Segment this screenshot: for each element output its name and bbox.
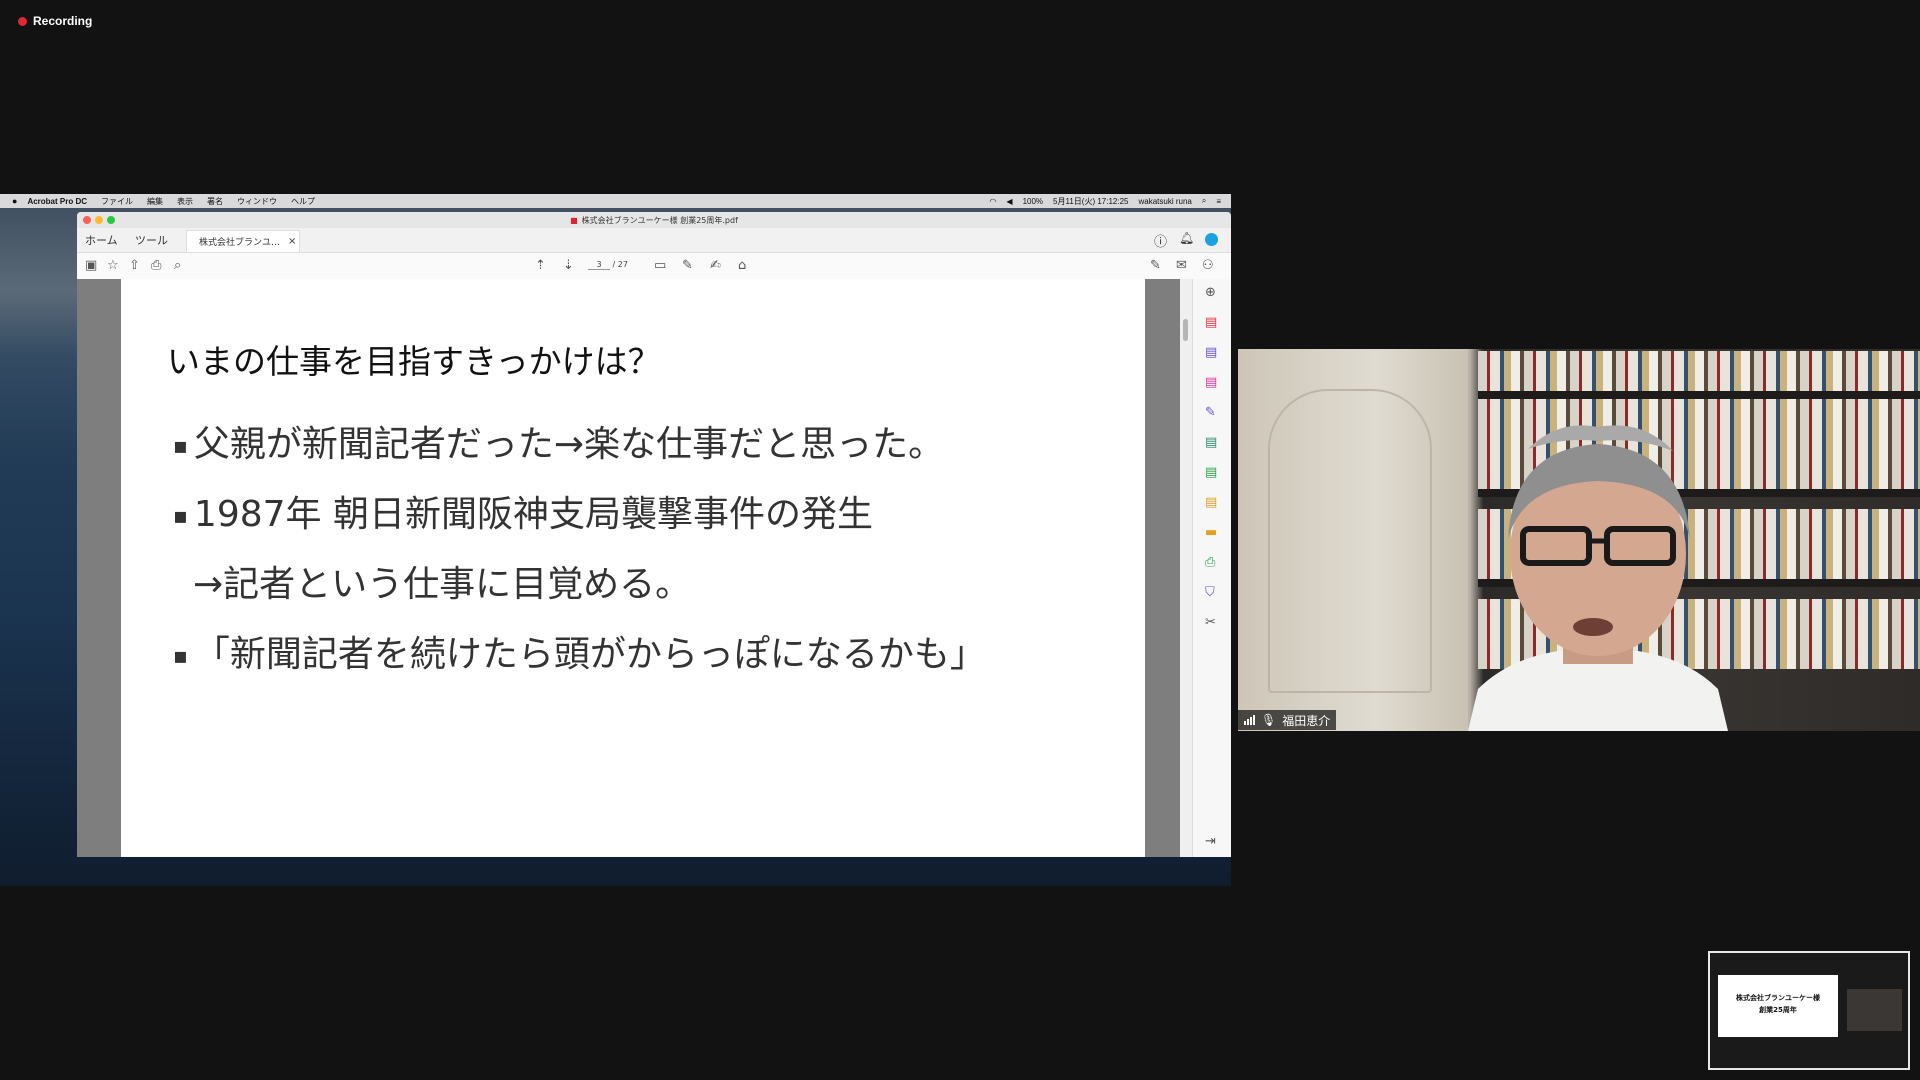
tools-panel: ⊕ ▤ ▤ ▤ ✎ ▤ ▤ ▤ ▬ ⎙ ⛉ ✂ ⇥ — [1192, 279, 1231, 857]
zoom-icon[interactable]: ⌕ — [174, 258, 181, 273]
bullet-text: 1987年 朝日新聞阪神支局襲撃事件の発生 — [193, 494, 873, 535]
wifi-icon[interactable]: ◠ — [989, 197, 996, 206]
window-title: 株式会社ブランユーケー様 創業25周年.pdf — [581, 215, 738, 225]
sign-icon[interactable]: ✍ — [710, 258, 721, 273]
more-tools-icon[interactable]: ✂ — [1205, 615, 1216, 630]
arrow-up-icon[interactable]: ⇡ — [535, 258, 546, 273]
mini-slide-subtitle: 創業25周年 — [1759, 1006, 1797, 1014]
slide-title: いまの仕事を目指すきっかけは？ — [167, 342, 661, 381]
mac-menubar: ● Acrobat Pro DC ファイル 編集 表示 署名 ウィンドウ ヘルプ… — [0, 194, 1231, 208]
recording-dot-icon — [18, 16, 27, 26]
bullet-icon: ▪ — [173, 643, 188, 669]
recording-label: Recording — [33, 14, 93, 28]
close-tab-icon[interactable]: × — [288, 236, 296, 247]
avatar[interactable] — [1205, 233, 1218, 246]
control-center-icon[interactable]: ≡ — [1216, 197, 1221, 206]
participant-name: 福田恵介 — [1282, 713, 1331, 728]
fill-sign-icon[interactable]: ✎ — [1205, 405, 1216, 420]
mini-slide: 株式会社ブランユーケー様 創業25周年 — [1718, 975, 1838, 1037]
protect-icon[interactable]: ⛉ — [1205, 585, 1215, 600]
comment-icon[interactable]: ▭ — [654, 258, 666, 273]
mini-slide-title: 株式会社ブランユーケー様 — [1736, 994, 1820, 1002]
mic-icon: 🎙︎ — [1261, 713, 1277, 727]
user-label[interactable]: wakatsuki runa — [1138, 197, 1191, 206]
spotlight-icon[interactable]: ⌕ — [1202, 196, 1206, 206]
scan-icon[interactable]: ⎙ — [1205, 555, 1215, 570]
slide-bullet: ▪ 父親が新聞記者だった→楽な仕事だと思った。 — [173, 415, 944, 467]
bullet-text: 父親が新聞記者だった→楽な仕事だと思った。 — [193, 424, 945, 465]
page-indicator: 3 / 27 — [588, 260, 628, 270]
request-sign-icon[interactable]: ▤ — [1205, 495, 1217, 510]
menu-app-name[interactable]: Acrobat Pro DC — [27, 197, 87, 206]
tab-tools[interactable]: ツール — [135, 232, 168, 248]
bullet-icon: ▪ — [173, 503, 188, 529]
menu-help[interactable]: ヘルプ — [291, 196, 315, 207]
pdf-page: いまの仕事を目指すきっかけは？ ▪ 父親が新聞記者だった→楽な仕事だと思った。 ▪… — [121, 279, 1145, 857]
battery-label[interactable]: 100% — [1023, 197, 1043, 206]
organize-pages-icon[interactable]: ▤ — [1205, 375, 1217, 390]
edit-pdf-icon[interactable]: ▤ — [1205, 435, 1217, 450]
menu-window[interactable]: ウィンドウ — [237, 196, 277, 207]
apple-icon[interactable]: ● — [12, 196, 17, 206]
slide-bullet-continuation: →記者という仕事に目覚める。 — [193, 555, 691, 607]
close-window-icon[interactable] — [83, 216, 91, 224]
export-pdf-icon[interactable]: ▤ — [1205, 345, 1217, 360]
tab-bar: ホーム ツール 株式会社ブランユ… × ⓘ 🔔︎ — [77, 228, 1231, 253]
print-icon[interactable]: ⎙ — [151, 258, 161, 273]
volume-icon[interactable]: ◀ — [1006, 197, 1012, 206]
page-total: / 27 — [612, 260, 628, 269]
combine-icon[interactable]: ▤ — [1205, 465, 1217, 480]
bullet-text: 「新聞記者を続けたら頭がからっぽになるかも」 — [193, 634, 986, 675]
pdf-icon: ■ — [570, 215, 578, 225]
recording-indicator: Recording — [18, 14, 92, 28]
upload-icon[interactable]: ⇧ — [129, 258, 140, 273]
share-user-icon[interactable]: ⚇ — [1202, 258, 1214, 273]
participant-video[interactable]: 🎙︎ 福田恵介 — [1238, 349, 1920, 731]
participant-name-chip: 🎙︎ 福田恵介 — [1238, 710, 1337, 730]
tab-home[interactable]: ホーム — [85, 232, 118, 248]
scrollbar-thumb[interactable] — [1183, 319, 1188, 341]
participant-person — [1468, 425, 1728, 731]
acrobat-window: ■ 株式会社ブランユーケー様 創業25周年.pdf ホーム ツール 株式会社ブラ… — [77, 212, 1231, 857]
minimize-window-icon[interactable] — [95, 216, 103, 224]
pen-icon[interactable]: ✎ — [682, 258, 693, 273]
zoom-in-icon[interactable]: ⊕ — [1205, 285, 1216, 300]
menu-edit[interactable]: 編集 — [147, 196, 163, 207]
help-icon[interactable]: ⓘ — [1154, 231, 1167, 250]
bullet-icon: ▪ — [173, 433, 188, 459]
menu-sign[interactable]: 署名 — [207, 196, 223, 207]
mini-video — [1847, 989, 1902, 1031]
arrow-down-icon[interactable]: ⇣ — [563, 258, 574, 273]
collapse-panel-icon[interactable]: ⇥ — [1205, 834, 1216, 849]
save-icon[interactable]: ▣ — [85, 258, 97, 273]
menu-file[interactable]: ファイル — [101, 196, 133, 207]
create-pdf-icon[interactable]: ▤ — [1205, 315, 1217, 330]
comment-panel-icon[interactable]: ▬ — [1205, 525, 1217, 540]
signal-strength-icon — [1244, 715, 1255, 725]
bullet-text: →記者という仕事に目覚める。 — [193, 564, 692, 605]
slide-bullet: ▪ 1987年 朝日新聞阪神支局襲撃事件の発生 — [173, 485, 873, 537]
shared-screen: ● Acrobat Pro DC ファイル 編集 表示 署名 ウィンドウ ヘルプ… — [0, 194, 1231, 886]
background-door — [1238, 349, 1468, 731]
bell-icon[interactable]: 🔔︎ — [1179, 231, 1194, 245]
acrobat-toolbar: ▣ ☆ ⇧ ⎙ ⌕ ⇡ ⇣ 3 / 27 ▭ ✎ ✍ ⌂ ✎ ✉ ⚇ — [77, 253, 1231, 280]
slide-bullet: ▪ 「新聞記者を続けたら頭がからっぽになるかも」 — [173, 625, 986, 677]
stamp-icon[interactable]: ⌂ — [738, 258, 746, 273]
tab-document[interactable]: 株式会社ブランユ… × — [186, 230, 300, 252]
tab-document-label: 株式会社ブランユ… — [199, 238, 281, 248]
page-number-input[interactable]: 3 — [588, 260, 610, 270]
document-view: いまの仕事を目指すきっかけは？ ▪ 父親が新聞記者だった→楽な仕事だと思った。 ▪… — [77, 279, 1181, 857]
window-titlebar: ■ 株式会社ブランユーケー様 創業25周年.pdf — [77, 212, 1231, 228]
menu-view[interactable]: 表示 — [177, 196, 193, 207]
mail-icon[interactable]: ✉ — [1176, 258, 1187, 273]
self-preview[interactable]: 株式会社ブランユーケー様 創業25周年 — [1708, 951, 1910, 1070]
clock-label[interactable]: 5月11日(火) 17:12:25 — [1053, 196, 1128, 207]
star-icon[interactable]: ☆ — [107, 258, 119, 273]
maximize-window-icon[interactable] — [107, 216, 115, 224]
vertical-scrollbar[interactable] — [1180, 279, 1192, 857]
share-icon[interactable]: ✎ — [1150, 258, 1161, 273]
